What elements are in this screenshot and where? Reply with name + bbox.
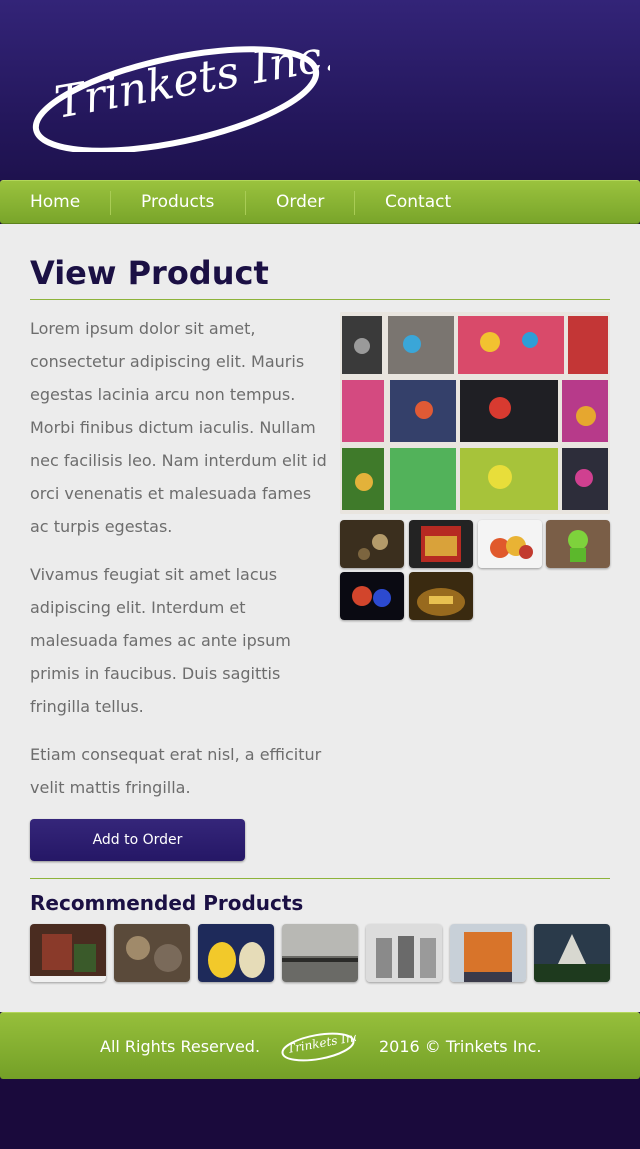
nav-order[interactable]: Order bbox=[276, 181, 324, 225]
product-main-image bbox=[340, 312, 610, 514]
site-header: Trinkets Inc. bbox=[0, 0, 640, 180]
svg-text:Trinkets Inc.: Trinkets Inc. bbox=[286, 1029, 356, 1056]
description-paragraph: Vivamus feugiat sit amet lacus adipiscin… bbox=[30, 565, 291, 716]
main-navigation: Home Products Order Contact bbox=[0, 180, 640, 224]
nav-divider bbox=[110, 191, 111, 215]
footer-logo[interactable]: Trinkets Inc. bbox=[280, 1029, 356, 1063]
nav-contact[interactable]: Contact bbox=[385, 181, 451, 225]
gallery-thumb[interactable] bbox=[340, 572, 404, 620]
nav-divider bbox=[354, 191, 355, 215]
recommended-title: Recommended Products bbox=[30, 891, 304, 915]
main-content: View Product Lorem ipsum dolor sit amet,… bbox=[0, 224, 640, 1012]
svg-text:Trinkets Inc.: Trinkets Inc. bbox=[51, 29, 330, 129]
site-footer: All Rights Reserved. Trinkets Inc. 2016 … bbox=[0, 1012, 640, 1079]
gallery-thumb[interactable] bbox=[340, 520, 404, 568]
nav-home[interactable]: Home bbox=[30, 181, 80, 225]
add-to-order-button[interactable]: Add to Order bbox=[30, 819, 245, 861]
description-paragraph: Lorem ipsum dolor sit amet, consectetur … bbox=[30, 319, 327, 536]
nav-products[interactable]: Products bbox=[141, 181, 214, 225]
section-divider bbox=[30, 878, 610, 879]
recommended-item[interactable] bbox=[282, 924, 358, 982]
recommended-item[interactable] bbox=[114, 924, 190, 982]
recommended-item[interactable] bbox=[198, 924, 274, 982]
recommended-item[interactable] bbox=[534, 924, 610, 982]
page-bottom bbox=[0, 1079, 640, 1149]
gallery-thumb[interactable] bbox=[478, 520, 542, 568]
footer-rights: All Rights Reserved. bbox=[100, 1037, 261, 1056]
recommended-item[interactable] bbox=[450, 924, 526, 982]
recommended-item[interactable] bbox=[366, 924, 442, 982]
footer-copyright: 2016 © Trinkets Inc. bbox=[379, 1037, 542, 1056]
nav-divider bbox=[245, 191, 246, 215]
product-description: Lorem ipsum dolor sit amet, consectetur … bbox=[30, 312, 330, 819]
recommended-item[interactable] bbox=[30, 924, 106, 982]
title-divider bbox=[30, 299, 610, 300]
gallery-thumb[interactable] bbox=[409, 572, 473, 620]
gallery-thumb[interactable] bbox=[409, 520, 473, 568]
page-title: View Product bbox=[30, 254, 269, 292]
trinkets-logo[interactable]: Trinkets Inc. bbox=[30, 28, 330, 152]
gallery-thumb[interactable] bbox=[546, 520, 610, 568]
description-paragraph: Etiam consequat erat nisl, a efficitur v… bbox=[30, 745, 322, 797]
